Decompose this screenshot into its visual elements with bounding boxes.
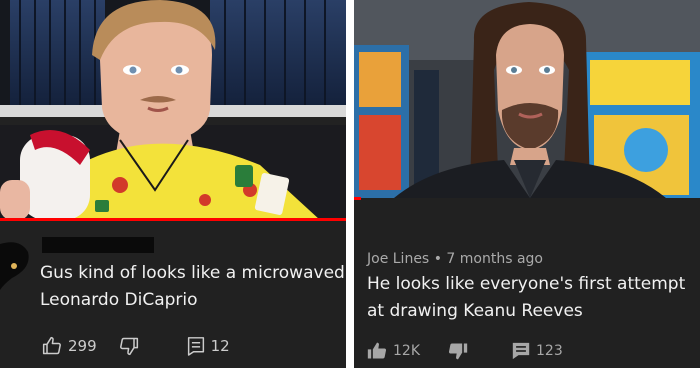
- thumbs-down-filled-icon: [448, 343, 468, 360]
- like-count: 299: [68, 337, 97, 355]
- reply-button[interactable]: 12: [187, 336, 230, 356]
- video-frame-illustration: [354, 0, 700, 198]
- reply-count: 123: [536, 343, 563, 359]
- comment-actions-right: 12K 123: [367, 341, 563, 361]
- comment-actions: 299 12: [42, 336, 230, 356]
- dislike-button[interactable]: [119, 336, 139, 356]
- thumbs-down-outline-icon: [119, 337, 138, 356]
- video-thumbnail-right[interactable]: [354, 0, 700, 198]
- dislike-button[interactable]: [448, 341, 468, 361]
- thumbs-up-filled-icon: [367, 342, 387, 359]
- censor-scribble: [0, 242, 29, 290]
- comment-text: Gus kind of looks like a microwaved Leon…: [40, 263, 345, 310]
- video-progress-bar[interactable]: [0, 218, 346, 221]
- redacted-username: [42, 237, 154, 253]
- like-button[interactable]: 12K: [367, 341, 420, 361]
- right-comment-card: Joe Lines • 7 months ago He looks like e…: [354, 0, 700, 368]
- reply-count: 12: [210, 337, 230, 355]
- comment-timestamp: 7 months ago: [446, 251, 543, 267]
- comment-outline-icon: [187, 337, 204, 356]
- header-separator: •: [433, 251, 442, 267]
- comment-filled-icon: [512, 342, 530, 360]
- avatar: [0, 238, 32, 292]
- like-count: 12K: [393, 343, 420, 359]
- like-button[interactable]: 299: [42, 336, 97, 356]
- thumbs-up-outline-icon: [42, 336, 61, 355]
- video-progress-bar[interactable]: [354, 197, 361, 200]
- reply-button[interactable]: 123: [512, 342, 563, 360]
- comment-text: He looks like everyone's first attempt a…: [367, 274, 686, 321]
- left-comment-card: Gus kind of looks like a microwaved Leon…: [0, 0, 346, 368]
- video-thumbnail-left[interactable]: [0, 0, 346, 220]
- video-frame-illustration: [0, 0, 346, 220]
- author-name[interactable]: Joe Lines: [367, 251, 429, 267]
- comment-header: Joe Lines • 7 months ago: [367, 251, 543, 267]
